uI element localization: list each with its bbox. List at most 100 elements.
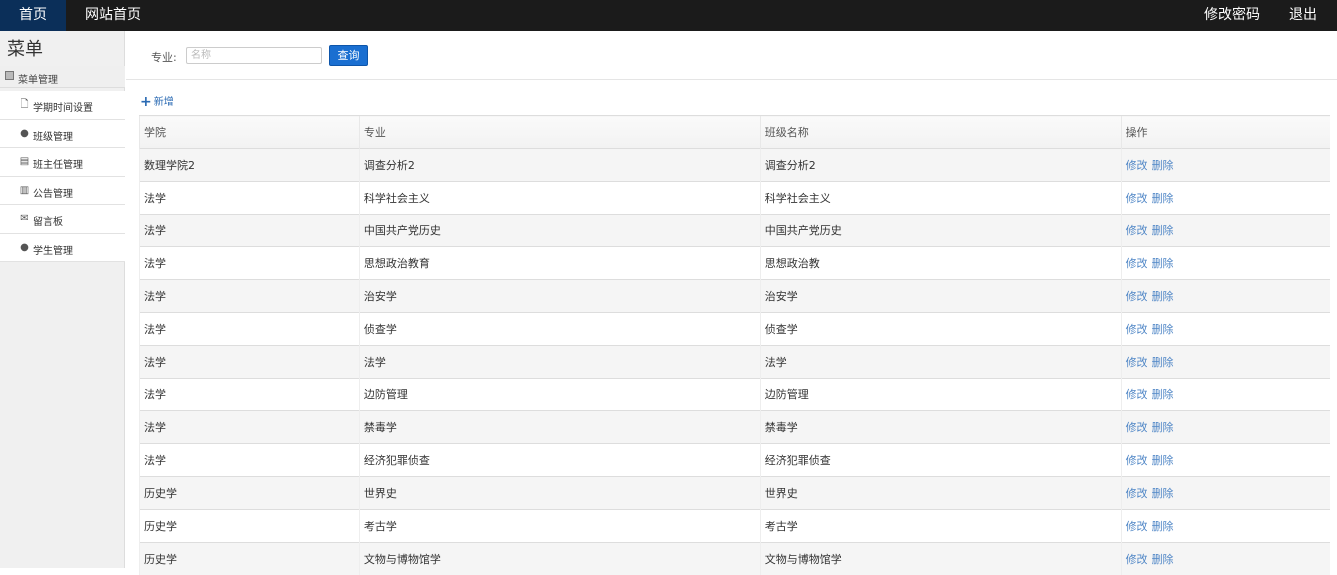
- cell-major: 法学: [358, 344, 761, 379]
- edit-link[interactable]: 修改: [1126, 323, 1148, 336]
- cell-actions: 修改 删除: [1120, 180, 1330, 215]
- edit-link[interactable]: 修改: [1126, 356, 1148, 369]
- header-actions: 操作: [1120, 115, 1330, 149]
- plus-icon: +: [140, 94, 152, 110]
- add-label: 新增: [153, 97, 174, 108]
- nav-site-home[interactable]: 网站首页: [78, 0, 148, 31]
- cell-actions: 修改 删除: [1120, 311, 1330, 346]
- edit-link[interactable]: 修改: [1126, 520, 1148, 533]
- edit-link[interactable]: 修改: [1126, 192, 1148, 205]
- menu-group-label: 菜单管理: [18, 75, 58, 86]
- delete-link[interactable]: 删除: [1152, 520, 1174, 533]
- edit-link[interactable]: 修改: [1126, 224, 1148, 237]
- edit-link[interactable]: 修改: [1126, 388, 1148, 401]
- table-row: 法学 法学 法学 修改 删除: [139, 344, 1330, 379]
- delete-link[interactable]: 删除: [1152, 224, 1174, 237]
- header-major: 专业: [358, 115, 761, 149]
- cell-college: 法学: [139, 246, 360, 280]
- sidebar-item-1[interactable]: ● 班级管理: [0, 119, 125, 148]
- edit-link[interactable]: 修改: [1126, 454, 1148, 467]
- sidebar-item-label: 班级管理: [33, 131, 73, 143]
- delete-link[interactable]: 删除: [1152, 159, 1174, 172]
- cell-actions: 修改 删除: [1120, 475, 1330, 510]
- mail-icon: ✉: [20, 213, 29, 224]
- menu-group-header[interactable]: 菜单管理: [0, 66, 125, 88]
- cell-class-name: 侦查学: [759, 311, 1122, 346]
- edit-link[interactable]: 修改: [1126, 421, 1148, 434]
- comment-icon: ●: [20, 127, 29, 139]
- header-class-name: 班级名称: [759, 115, 1122, 149]
- sidebar-item-4[interactable]: ✉ 留言板: [0, 205, 125, 234]
- cell-college: 法学: [139, 344, 360, 379]
- delete-link[interactable]: 删除: [1152, 487, 1174, 500]
- sidebar-item-5[interactable]: ● 学生管理: [0, 233, 125, 262]
- cell-major: 禁毒学: [358, 410, 761, 444]
- class-table: 学院 专业 班级名称 操作 数理学院2 调查分析2 调查分析2 修改 删除 法学 科学社会主…: [139, 115, 1330, 575]
- sidebar-title: 菜单: [7, 39, 43, 60]
- top-navbar: 首页 网站首页 修改密码 退出: [0, 0, 1337, 31]
- table-row: 数理学院2 调查分析2 调查分析2 修改 删除: [139, 148, 1330, 182]
- table-row: 法学 禁毒学 禁毒学 修改 删除: [139, 410, 1330, 444]
- delete-link[interactable]: 删除: [1152, 356, 1174, 369]
- table-row: 法学 中国共产党历史 中国共产党历史 修改 删除: [139, 213, 1330, 247]
- cell-major: 科学社会主义: [358, 180, 761, 215]
- delete-link[interactable]: 删除: [1152, 290, 1174, 303]
- sidebar-item-label: 学期时间设置: [33, 103, 93, 114]
- table-body: 数理学院2 调查分析2 调查分析2 修改 删除 法学 科学社会主义 科学社会主义 修改 删除 法学中…: [139, 148, 1330, 575]
- edit-link[interactable]: 修改: [1126, 257, 1148, 270]
- sidebar-item-label: 班主任管理: [33, 160, 83, 171]
- cell-college: 历史学: [139, 541, 360, 575]
- cell-college: 法学: [139, 213, 360, 247]
- edit-link[interactable]: 修改: [1126, 290, 1148, 303]
- cell-actions: 修改 删除: [1120, 541, 1330, 575]
- cell-college: 法学: [139, 443, 360, 477]
- cell-college: 法学: [139, 377, 360, 411]
- cell-major: 思想政治教育: [358, 246, 761, 280]
- cell-class-name: 治安学: [759, 279, 1122, 313]
- cell-actions: 修改 删除: [1120, 246, 1330, 280]
- cell-class-name: 科学社会主义: [759, 180, 1122, 215]
- nav-change-password[interactable]: 修改密码: [1198, 0, 1266, 31]
- nav-home[interactable]: 首页: [0, 0, 66, 31]
- cell-major: 世界史: [358, 475, 761, 510]
- sidebar-item-0[interactable]: 🗋 学期时间设置: [0, 91, 125, 120]
- cell-class-name: 世界史: [759, 475, 1122, 510]
- cell-actions: 修改 删除: [1120, 213, 1330, 247]
- cell-major: 考古学: [358, 508, 761, 543]
- cell-college: 法学: [139, 180, 360, 215]
- search-label: 专业:: [151, 51, 177, 64]
- search-input[interactable]: [186, 47, 322, 64]
- cell-major: 经济犯罪侦查: [358, 443, 761, 477]
- cell-college: 历史学: [139, 475, 360, 510]
- search-button[interactable]: 查询: [329, 45, 368, 66]
- cell-college: 历史学: [139, 508, 360, 543]
- sidebar-item-label: 留言板: [33, 217, 63, 228]
- delete-link[interactable]: 删除: [1152, 192, 1174, 205]
- delete-link[interactable]: 删除: [1152, 257, 1174, 270]
- edit-link[interactable]: 修改: [1126, 487, 1148, 500]
- table-header-row: 学院 专业 班级名称 操作: [139, 115, 1330, 149]
- cell-class-name: 考古学: [759, 508, 1122, 543]
- nav-logout[interactable]: 退出: [1281, 0, 1325, 31]
- sidebar-item-label: 公告管理: [33, 188, 73, 200]
- cell-class-name: 中国共产党历史: [759, 213, 1122, 247]
- search-bar: 专业: 查询: [126, 31, 1337, 80]
- delete-link[interactable]: 删除: [1152, 553, 1174, 566]
- sidebar-item-2[interactable]: ▤ 班主任管理: [0, 148, 125, 177]
- cell-class-name: 文物与博物馆学: [759, 541, 1122, 575]
- add-button[interactable]: + 新增: [140, 93, 174, 110]
- sidebar-item-3[interactable]: ▥ 公告管理: [0, 176, 125, 205]
- delete-link[interactable]: 删除: [1152, 454, 1174, 467]
- delete-link[interactable]: 删除: [1152, 421, 1174, 434]
- delete-link[interactable]: 删除: [1152, 388, 1174, 401]
- cell-college: 数理学院2: [139, 148, 360, 182]
- cell-college: 法学: [139, 279, 360, 313]
- file-icon: 🗋: [20, 99, 29, 110]
- table-row: 法学 经济犯罪侦查 经济犯罪侦查 修改 删除: [139, 443, 1330, 477]
- edit-link[interactable]: 修改: [1126, 159, 1148, 172]
- delete-link[interactable]: 删除: [1152, 323, 1174, 336]
- sidebar: 菜单 菜单管理 🗋 学期时间设置 ● 班级管理 ▤ 班主任管理 ▥ 公告管理 ✉ 留言板 ● 学生管理: [0, 31, 125, 568]
- cell-actions: 修改 删除: [1120, 410, 1330, 444]
- edit-link[interactable]: 修改: [1126, 553, 1148, 566]
- cell-major: 中国共产党历史: [358, 213, 761, 247]
